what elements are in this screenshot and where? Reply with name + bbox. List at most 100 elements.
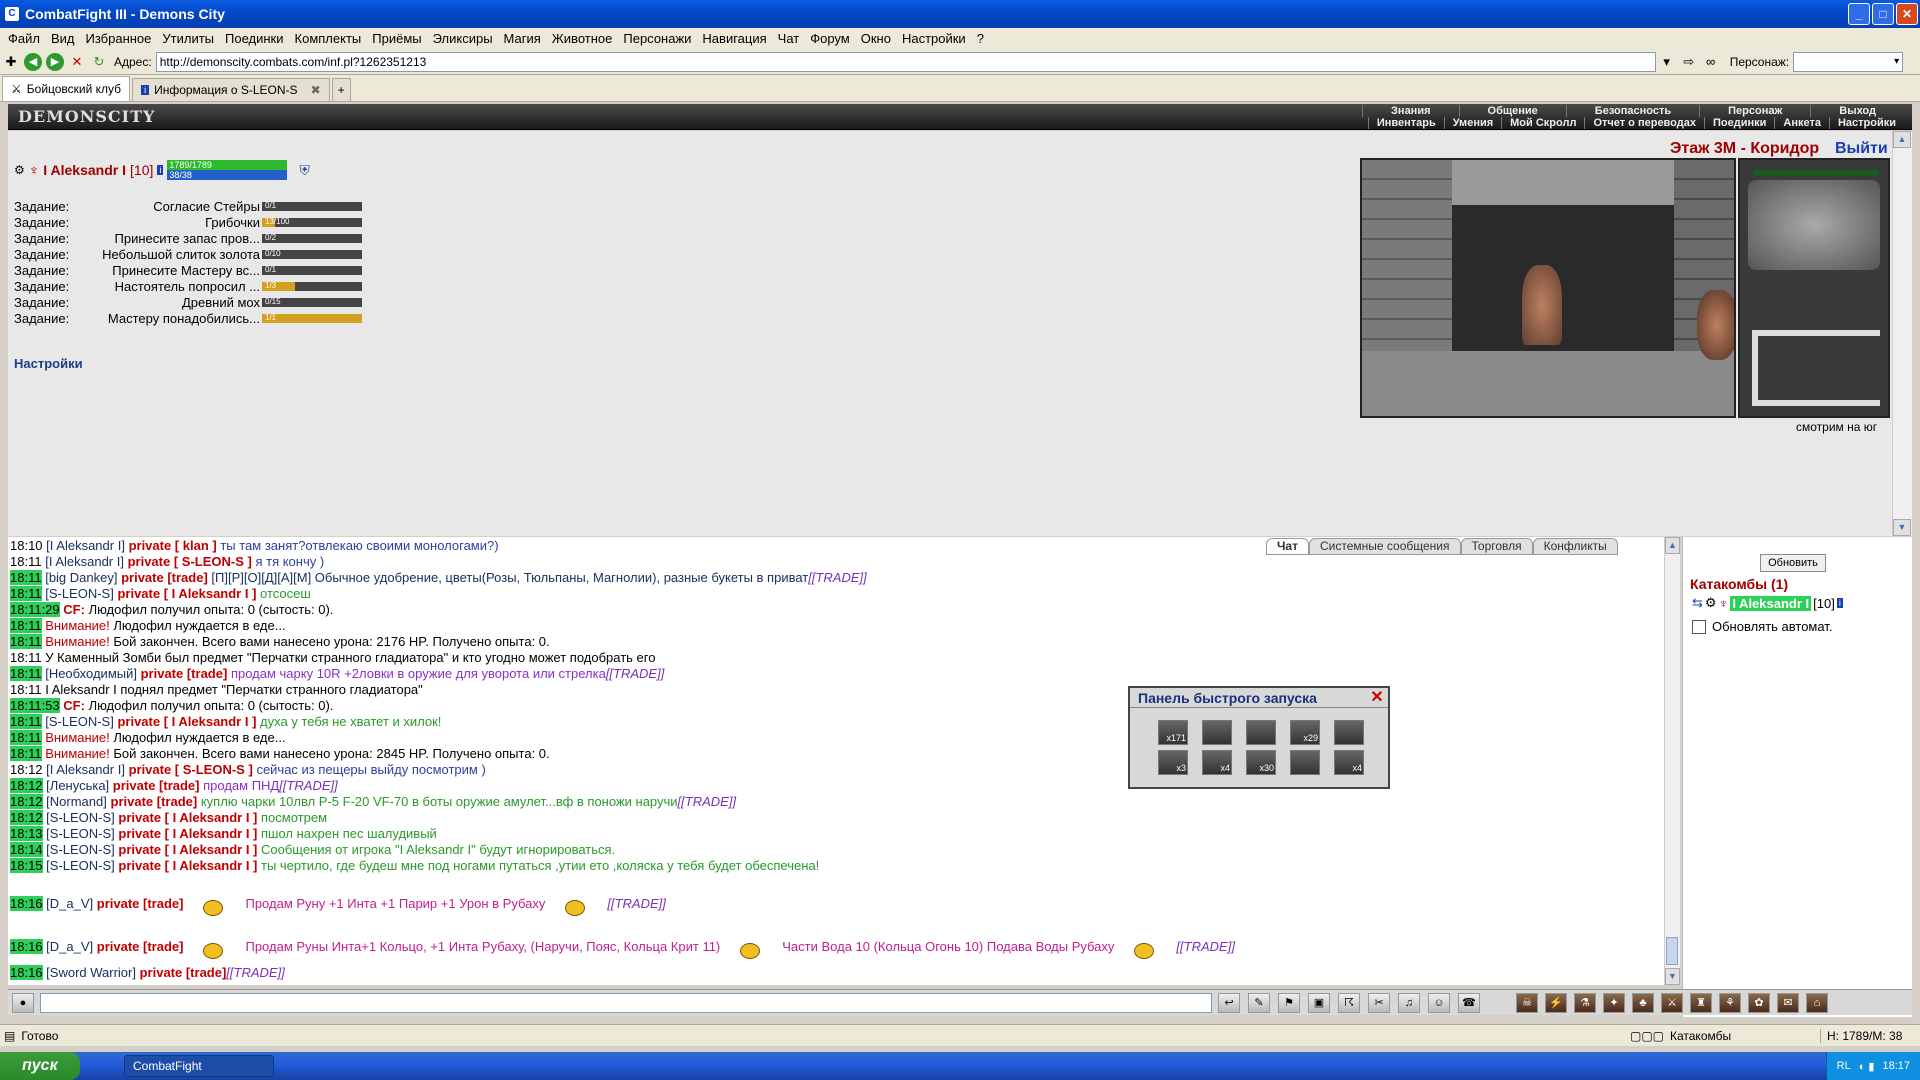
chat-input[interactable] — [40, 993, 1212, 1013]
stop-icon[interactable]: ✕ — [68, 53, 86, 71]
task-name[interactable]: Принесите запас пров... — [76, 231, 260, 246]
chat-timestamp[interactable]: 18:11 — [10, 682, 42, 697]
auto-refresh-checkbox[interactable] — [1692, 619, 1706, 634]
chat-nick[interactable]: [Sword Warrior] — [46, 965, 136, 980]
menu-item[interactable]: Комплекты — [295, 31, 362, 46]
go-icon[interactable]: ⇨ — [1680, 53, 1698, 71]
chat-nick[interactable]: [D_a_V] — [46, 896, 93, 911]
chat-tool-icon[interactable]: ☺ — [1428, 993, 1450, 1013]
monster-sprite[interactable] — [1522, 265, 1562, 345]
menu-item[interactable]: Окно — [861, 31, 891, 46]
chat-tab[interactable]: Торговля — [1460, 538, 1533, 555]
nav-link[interactable]: Выход — [1810, 105, 1904, 117]
scroll-up-icon[interactable]: ▲ — [1665, 537, 1680, 554]
chat-private-tag[interactable]: private [trade] — [141, 666, 228, 681]
chat-timestamp[interactable]: 18:10 — [10, 538, 43, 553]
chat-private-tag[interactable]: private [ I Aleksandr I ] — [118, 842, 257, 857]
chat-private-tag[interactable]: private [ S-LEON-S ] — [129, 762, 253, 777]
character-name[interactable]: I Aleksandr I — [43, 162, 126, 178]
chat-timestamp[interactable]: 18:16 — [10, 896, 43, 911]
persona-select[interactable]: ▾ — [1793, 51, 1904, 72]
chat-timestamp[interactable]: 18:11 — [10, 618, 42, 633]
task-name[interactable]: Настоятель попросил ... — [76, 279, 260, 294]
room-user[interactable]: ⇆ ⚙ ♆ I Aleksandr I [10] i — [1692, 595, 1843, 611]
nav-link[interactable]: Мой Скролл — [1501, 117, 1584, 129]
chat-timestamp[interactable]: 18:11:53 — [10, 698, 60, 713]
chat-private-tag[interactable]: private [trade] — [140, 965, 227, 980]
action-icon[interactable]: ✉ — [1777, 993, 1799, 1013]
menu-item[interactable]: Утилиты — [162, 31, 214, 46]
chat-private-tag[interactable]: Внимание! — [45, 730, 110, 745]
action-icon[interactable]: ♜ — [1690, 993, 1712, 1013]
chat-private-tag[interactable]: private [ I Aleksandr I ] — [118, 810, 257, 825]
chat-private-tag[interactable]: Внимание! — [45, 634, 110, 649]
menu-item[interactable]: Чат — [778, 31, 800, 46]
task-name[interactable]: Принесите Мастеру вс... — [76, 263, 260, 278]
nav-link[interactable]: Настройки — [1828, 117, 1904, 129]
trade-link[interactable]: [[TRADE]] — [226, 965, 285, 980]
room-user-name[interactable]: I Aleksandr I — [1730, 595, 1812, 611]
quick-slot[interactable] — [1290, 750, 1320, 775]
action-icon[interactable]: ⚡ — [1545, 993, 1567, 1013]
chat-menu-icon[interactable]: ● — [12, 993, 34, 1013]
chat-nick[interactable]: [I Aleksandr I] — [45, 554, 124, 569]
chat-timestamp[interactable]: 18:14 — [10, 842, 43, 857]
menu-item[interactable]: Поединки — [225, 31, 284, 46]
chat-private-tag[interactable]: private [trade] — [97, 896, 184, 911]
minimize-button[interactable]: _ — [1848, 3, 1870, 25]
nav-link[interactable]: Анкета — [1774, 117, 1829, 129]
chat-tool-icon[interactable]: ✎ — [1248, 993, 1270, 1013]
task-name[interactable]: Древний мох — [76, 295, 260, 310]
tray-icons[interactable]: ◐ ▮ — [1859, 1060, 1875, 1073]
menu-item[interactable]: Вид — [51, 31, 75, 46]
exit-link[interactable]: Выйти — [1835, 140, 1888, 158]
settings-link[interactable]: Настройки — [14, 356, 83, 371]
action-icon[interactable]: ⚔ — [1661, 993, 1683, 1013]
nav-link[interactable]: Отчет о переводах — [1584, 117, 1704, 129]
quick-slot[interactable] — [1202, 720, 1232, 745]
trade-link[interactable]: [[TRADE]] — [606, 666, 665, 681]
menu-item[interactable]: ? — [977, 31, 984, 46]
chat-timestamp[interactable]: 18:11 — [10, 746, 42, 761]
chat-timestamp[interactable]: 18:11 — [10, 570, 42, 585]
task-name[interactable]: Мастеру понадобились... — [76, 311, 260, 326]
scroll-down-icon[interactable]: ▼ — [1893, 519, 1911, 536]
chat-nick[interactable]: [S-LEON-S] — [45, 586, 114, 601]
scroll-up-icon[interactable]: ▲ — [1893, 131, 1911, 148]
nav-link[interactable]: Безопасность — [1565, 105, 1699, 117]
scroll-down-icon[interactable]: ▼ — [1665, 968, 1680, 985]
chat-timestamp[interactable]: 18:11 — [10, 554, 42, 569]
chat-tab[interactable]: Чат — [1266, 538, 1309, 555]
action-icon[interactable]: ✿ — [1748, 993, 1770, 1013]
tab-close-icon[interactable]: ✖ — [311, 83, 321, 97]
quick-slot[interactable]: x3 — [1158, 750, 1188, 775]
forward-icon[interactable]: ▶ — [46, 52, 64, 71]
action-icon[interactable]: ⚘ — [1719, 993, 1741, 1013]
menu-item[interactable]: Магия — [504, 31, 541, 46]
scroll-thumb[interactable] — [1666, 937, 1678, 965]
refresh-button[interactable]: Обновить — [1760, 554, 1826, 572]
chat-private-tag[interactable]: private [ I Aleksandr I ] — [117, 714, 256, 729]
chat-private-tag[interactable]: private [ I Aleksandr I ] — [117, 586, 256, 601]
chat-timestamp[interactable]: 18:11 — [10, 730, 42, 745]
movement-compass[interactable] — [1748, 180, 1880, 270]
pin-icon[interactable]: ✚ — [2, 53, 20, 71]
chat-timestamp[interactable]: 18:11 — [10, 650, 42, 665]
chat-tab[interactable]: Конфликты — [1532, 538, 1618, 555]
quick-slot[interactable]: x30 — [1246, 750, 1276, 775]
nav-link[interactable]: Умения — [1443, 117, 1501, 129]
chat-timestamp[interactable]: 18:13 — [10, 826, 43, 841]
chat-timestamp[interactable]: 18:11:29 — [10, 602, 60, 617]
close-button[interactable]: ✕ — [1896, 3, 1918, 25]
chat-tool-icon[interactable]: ☎ — [1458, 993, 1480, 1013]
trade-link[interactable]: [[TRADE]] — [808, 570, 867, 585]
chat-tab[interactable]: Системные сообщения — [1308, 538, 1461, 555]
chat-nick[interactable]: [Необходимый] — [45, 666, 137, 681]
chat-private-tag[interactable]: CF: — [63, 602, 85, 617]
trade-link[interactable]: [[TRADE]] — [678, 794, 737, 809]
chat-tool-icon[interactable]: ↩ — [1218, 993, 1240, 1013]
chat-nick[interactable]: [Normand] — [46, 794, 107, 809]
chat-nick[interactable]: [Ленуська] — [46, 778, 109, 793]
start-button[interactable]: пуск — [0, 1052, 80, 1080]
chat-nick[interactable]: [S-LEON-S] — [46, 810, 115, 825]
